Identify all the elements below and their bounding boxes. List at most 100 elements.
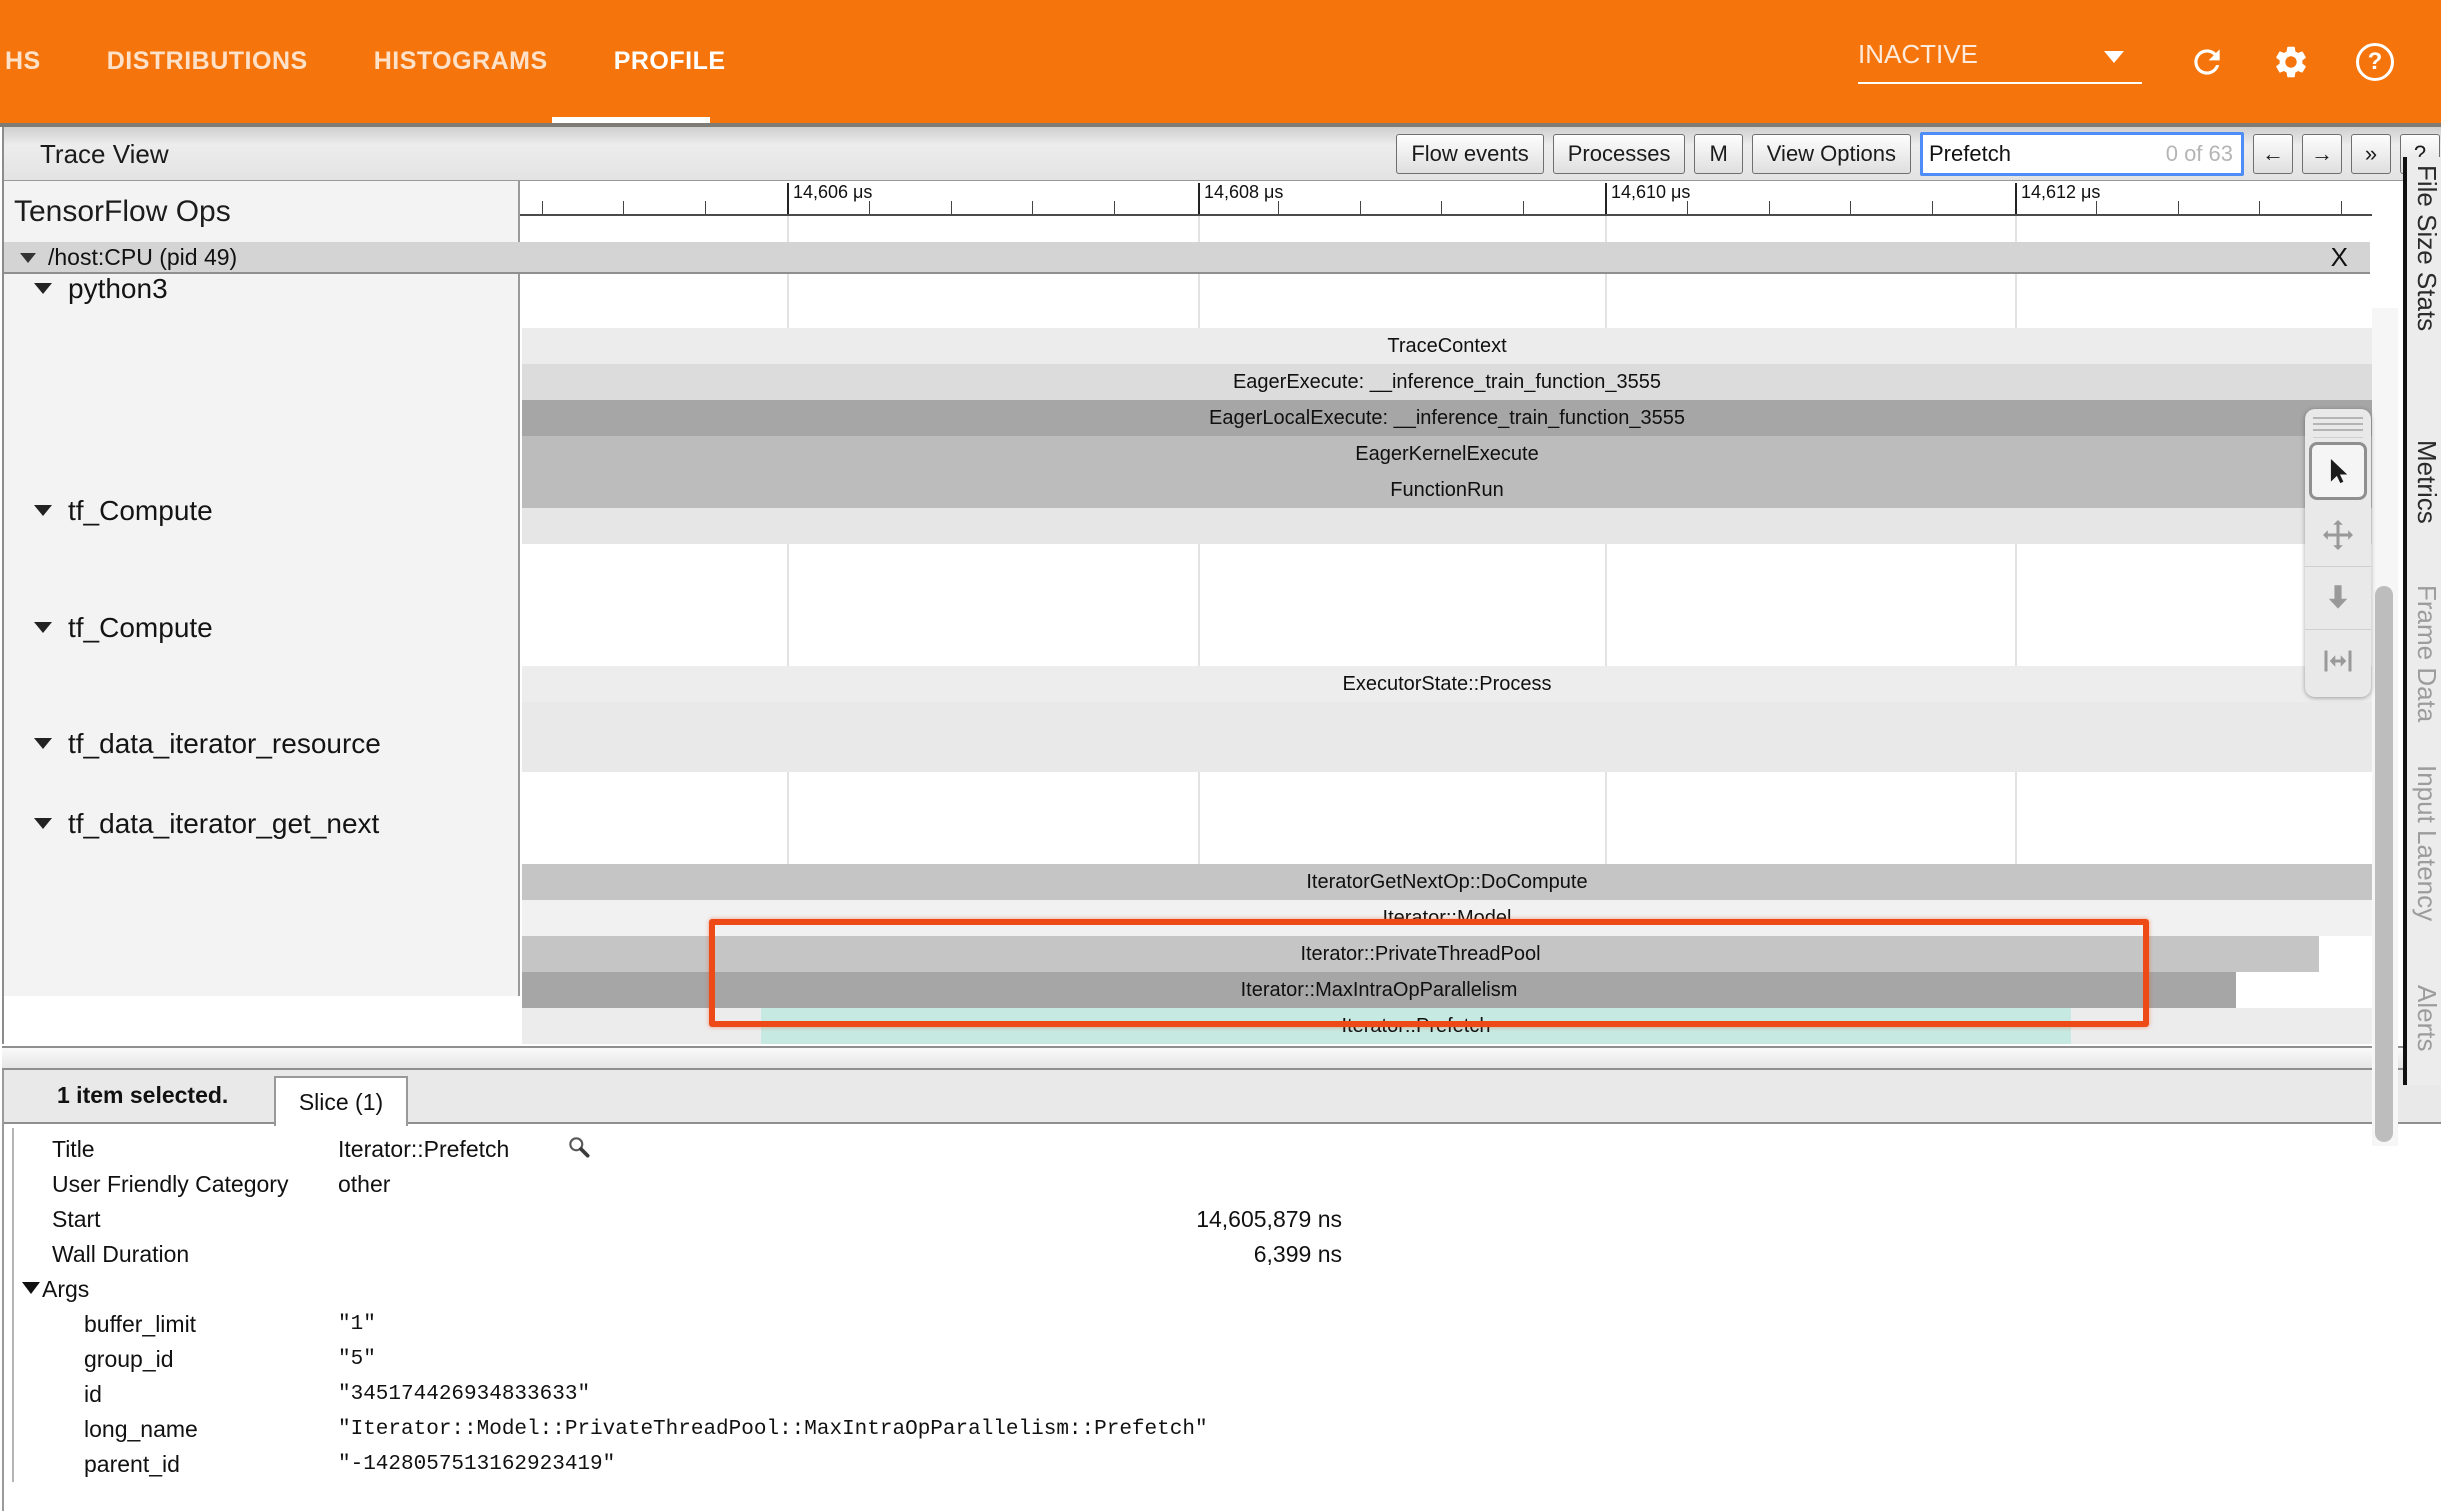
ruler-major-tick — [1605, 183, 1607, 214]
process-group-header[interactable]: /host:CPU (pid 49) X — [4, 242, 2370, 274]
zoom-tool-button[interactable] — [2305, 567, 2371, 630]
prev-result-button[interactable]: ← — [2253, 134, 2293, 174]
dropdown-caret-icon — [2104, 51, 2124, 63]
collapse-triangle-icon[interactable] — [34, 818, 52, 829]
args-collapse-triangle-icon[interactable] — [22, 1282, 40, 1294]
trace-event-label: EagerKernelExecute — [1355, 443, 1538, 466]
run-selector-dropdown[interactable]: INACTIVE — [1858, 39, 2142, 84]
ruler-tick-label: 14,606 μs — [793, 182, 872, 203]
selection-status-text: 1 item selected. — [57, 1082, 228, 1109]
app-tab-histograms[interactable]: HISTOGRAMS — [374, 47, 548, 76]
ruler-minor-tick — [2178, 201, 2179, 214]
ruler-minor-tick — [623, 201, 624, 214]
detail-label: long_name — [84, 1416, 198, 1443]
ruler-minor-tick — [1114, 201, 1115, 214]
pan-arrows-icon — [2320, 517, 2356, 553]
detail-label: Title — [52, 1136, 95, 1163]
ruler-minor-tick — [1032, 201, 1033, 214]
toolbar-button-view-options[interactable]: View Options — [1752, 134, 1911, 174]
detail-label: Start — [52, 1206, 101, 1233]
sidebar-tab-metrics[interactable]: Metrics — [2411, 440, 2441, 524]
detail-row-wall-duration: Wall Duration6,399 ns — [14, 1237, 2414, 1272]
track-name: tf_data_iterator_get_next — [68, 808, 379, 840]
palette-drag-handle[interactable] — [2313, 413, 2363, 438]
search-box: 0 of 63 — [1920, 132, 2244, 176]
collapse-triangle-icon[interactable] — [34, 738, 52, 749]
detail-value: Iterator::Prefetch — [338, 1136, 509, 1163]
trace-event-bar[interactable]: FunctionRun — [522, 472, 2372, 508]
right-sidebar: File Size StatsMetricsFrame DataInput La… — [2403, 157, 2441, 1085]
collapse-triangle-icon[interactable] — [34, 505, 52, 516]
highlight-annotation-box — [709, 919, 2149, 1027]
toolbar-button-processes[interactable]: Processes — [1553, 134, 1686, 174]
pan-tool-button[interactable] — [2305, 504, 2371, 567]
sidebar-tab-alerts: Alerts — [2411, 985, 2441, 1051]
collapse-triangle-icon[interactable] — [34, 622, 52, 633]
ruler-minor-tick — [1278, 201, 1279, 214]
ruler-minor-tick — [2259, 201, 2260, 214]
app-tab-hs[interactable]: HS — [5, 47, 41, 76]
trace-event-label: EagerLocalExecute: __inference_train_fun… — [1209, 407, 1685, 430]
trace-event-label: IteratorGetNextOp::DoCompute — [1306, 871, 1587, 894]
gear-icon[interactable] — [2272, 43, 2310, 81]
trace-event-bar[interactable]: EagerExecute: __inference_train_function… — [522, 364, 2372, 400]
trace-view-toolbar: Trace View Flow eventsProcessesMView Opt… — [4, 127, 2441, 181]
ruler-minor-tick — [869, 201, 870, 214]
detail-label: parent_id — [84, 1451, 180, 1478]
tab-slice[interactable]: Slice (1) — [274, 1076, 408, 1126]
trace-event-bar[interactable]: EagerLocalExecute: __inference_train_fun… — [522, 400, 2372, 436]
trace-view-title: Trace View — [40, 139, 169, 170]
detail-row-long_name: long_name"Iterator::Model::PrivateThread… — [14, 1412, 2414, 1447]
timing-tool-button[interactable] — [2305, 630, 2371, 692]
select-tool-button[interactable] — [2309, 442, 2367, 500]
refresh-icon[interactable] — [2188, 43, 2226, 81]
detail-value: 6,399 ns — [338, 1241, 1342, 1268]
trace-event-bar[interactable]: TraceContext — [522, 328, 2372, 364]
search-result-count: 0 of 63 — [2166, 141, 2233, 167]
trace-row-background — [522, 508, 2372, 544]
ruler-minor-tick — [1523, 201, 1524, 214]
appbar-right-controls: INACTIVE ? — [1858, 0, 2394, 123]
toolbar-button-flow-events[interactable]: Flow events — [1396, 134, 1543, 174]
detail-label: group_id — [84, 1346, 174, 1373]
ruler-tick-label: 14,612 μs — [2021, 182, 2100, 203]
trace-canvas[interactable]: 14,606 μs 14,608 μs 14,610 μs 14,612 μs Tra… — [520, 181, 2372, 996]
detail-value: "5" — [338, 1348, 376, 1371]
trace-event-bar[interactable]: ExecutorState::Process — [522, 666, 2372, 702]
next-result-button[interactable]: → — [2302, 134, 2342, 174]
detail-label: User Friendly Category — [52, 1171, 288, 1198]
ruler-tick-label: 14,608 μs — [1204, 182, 1283, 203]
magnifier-icon[interactable] — [566, 1134, 592, 1165]
expand-panel-button[interactable]: » — [2351, 134, 2391, 174]
app-tab-distributions[interactable]: DISTRIBUTIONS — [107, 47, 308, 76]
toolbar-button-m[interactable]: M — [1694, 134, 1742, 174]
search-input[interactable] — [1923, 141, 2155, 167]
trace-event-label: ExecutorState::Process — [1343, 673, 1552, 696]
detail-value: "-1428057513162923419" — [338, 1453, 615, 1476]
detail-value: 14,605,879 ns — [338, 1206, 1342, 1233]
trace-event-bar[interactable]: EagerKernelExecute — [522, 436, 2372, 472]
trace-row-background — [522, 702, 2372, 772]
trace-event-bar[interactable]: IteratorGetNextOp::DoCompute — [522, 864, 2372, 900]
detail-row-group_id: group_id "5" — [14, 1342, 2414, 1377]
app-tab-profile[interactable]: PROFILE — [614, 47, 726, 76]
collapse-triangle-icon[interactable] — [34, 283, 52, 294]
ruler-tick-label: 14,610 μs — [1611, 182, 1690, 203]
down-arrow-icon — [2321, 581, 2355, 615]
trace-event-label: TraceContext — [1387, 335, 1506, 358]
detail-row-start: Start 14,605,879 ns — [14, 1202, 2414, 1237]
detail-row-user-friendly-category: User Friendly Category other — [14, 1167, 2414, 1202]
vertical-scrollbar[interactable] — [2372, 308, 2398, 1146]
vertical-scrollbar-thumb[interactable] — [2375, 586, 2393, 1142]
help-icon[interactable]: ? — [2356, 43, 2394, 81]
close-process-button[interactable]: X — [2331, 242, 2348, 273]
trace-view-window: Trace View Flow eventsProcessesMView Opt… — [2, 127, 2441, 1044]
ruler-minor-tick — [1441, 201, 1442, 214]
detail-label: id — [84, 1381, 102, 1408]
app-tab-bar: HS DISTRIBUTIONS HISTOGRAMS PROFILE — [5, 0, 726, 123]
sidebar-tab-file-size-stats[interactable]: File Size Stats — [2411, 165, 2441, 331]
detail-row-buffer_limit: buffer_limit"1" — [14, 1307, 2414, 1342]
ruler-major-tick — [1198, 183, 1200, 214]
detail-value: other — [338, 1171, 390, 1198]
collapse-triangle-icon[interactable] — [20, 253, 36, 263]
